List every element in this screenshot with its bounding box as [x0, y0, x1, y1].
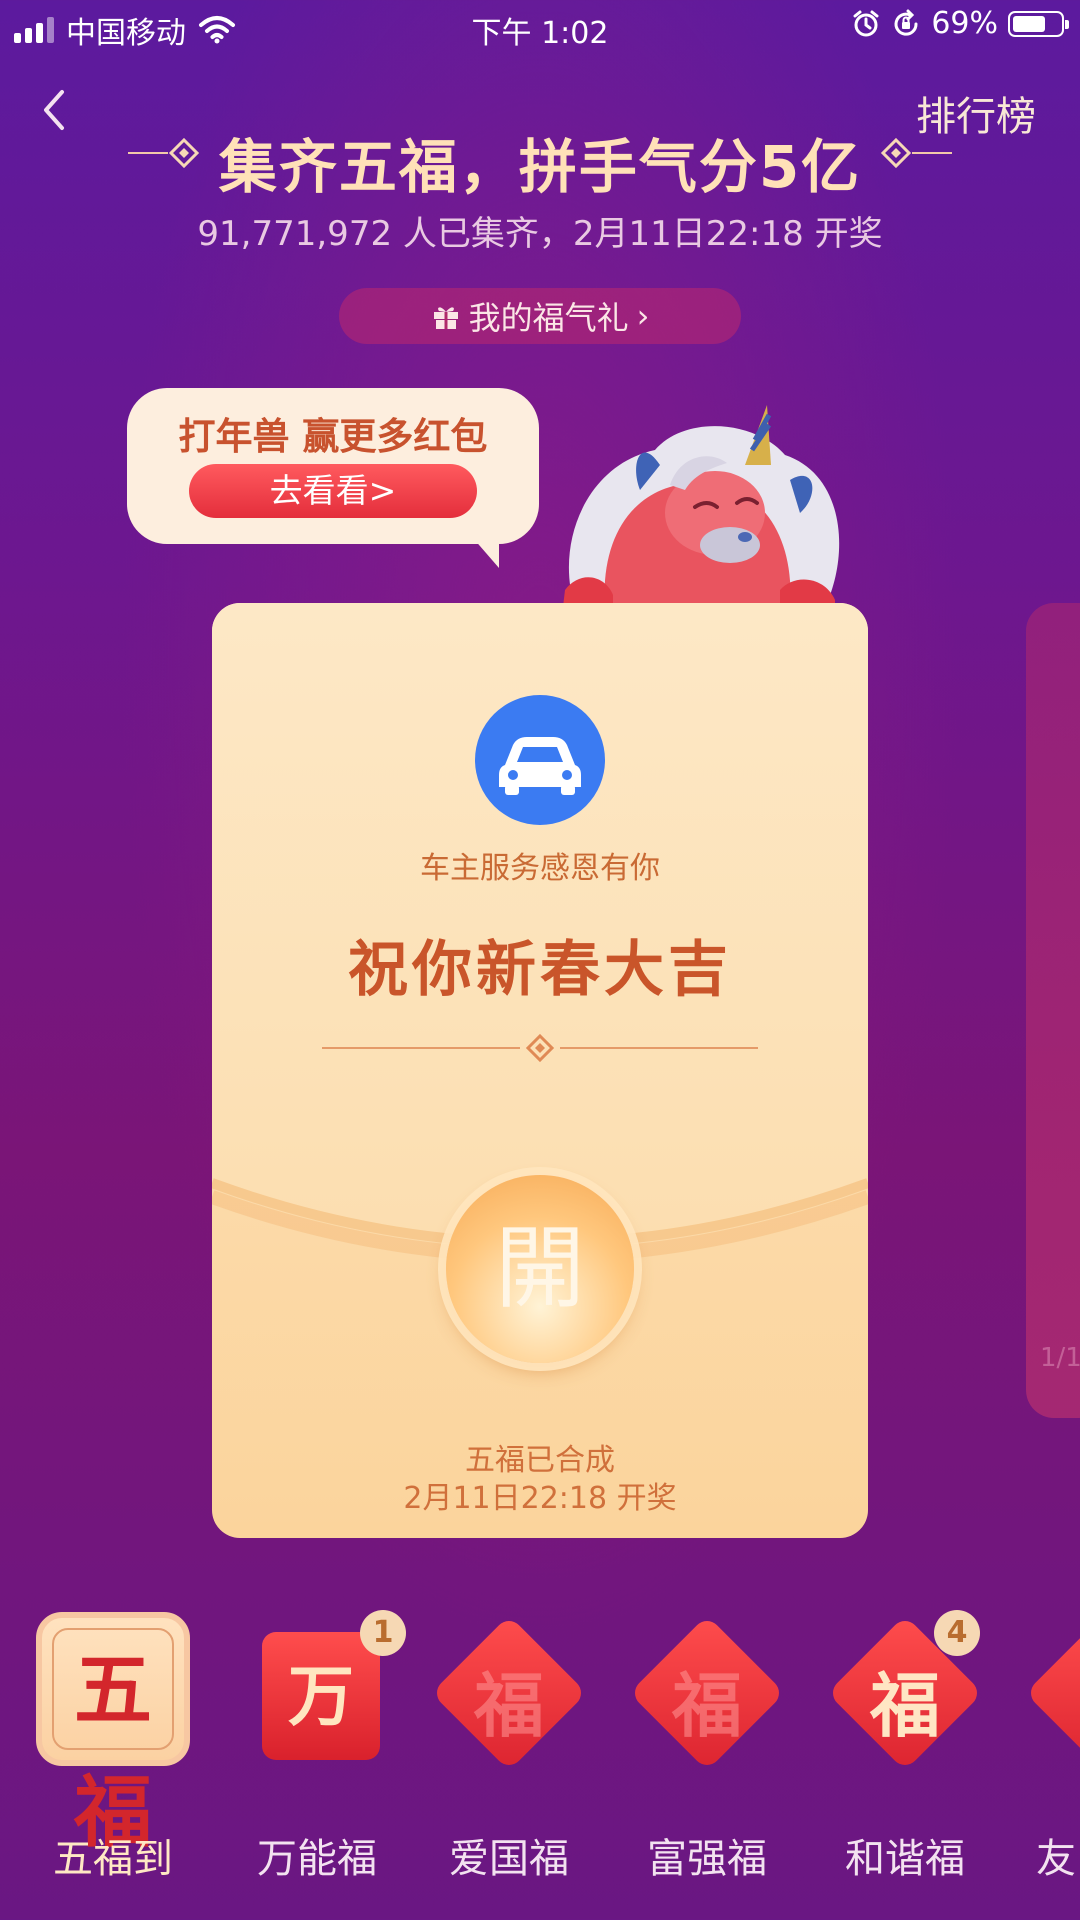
battery-level — [1013, 15, 1045, 32]
fu-card-tabs: 五福 五福到 万 1 万能福 福 爱国福 福 富强福 福 4 和谐福 友 — [0, 1608, 1080, 1920]
fu-tab-label: 万能福 — [257, 1836, 377, 1882]
wanneng-card: 万 — [262, 1632, 380, 1760]
gift-label: 我的福气礼 — [468, 299, 629, 337]
next-card-peek[interactable]: 1/1 — [1026, 603, 1080, 1418]
blessing-text: 祝你新春大吉 — [348, 935, 732, 1005]
battery-percent: 69% — [931, 6, 998, 41]
count-badge: 4 — [934, 1610, 980, 1656]
page-indicator: 1/1 — [1040, 1343, 1080, 1373]
fu-tab-youshan[interactable]: 友 — [1008, 1608, 1080, 1908]
promo-bubble: 打年兽 赢更多红包 去看看> — [127, 388, 539, 568]
fu-tab-fuqiang[interactable]: 福 富强福 — [612, 1608, 785, 1908]
fu-tab-wanneng[interactable]: 万 1 万能福 — [224, 1608, 406, 1908]
my-blessing-gift-button[interactable]: 我的福气礼 › — [339, 288, 741, 344]
fu-tab-label: 五福到 — [53, 1836, 173, 1882]
fuqiang-glyph: 福 — [672, 1664, 742, 1747]
diamond-divider-icon — [322, 1033, 758, 1063]
car-icon — [499, 737, 581, 795]
status-bar: 中国移动 下午 1:02 69% — [0, 0, 1080, 52]
wufudao-card: 五福 — [36, 1612, 190, 1858]
fu-tab-aiguo[interactable]: 福 爱国福 — [414, 1608, 587, 1908]
sponsor-text: 车主服务感恩有你 — [420, 851, 660, 886]
draw-time: 2月11日22:18 开奖 — [403, 1481, 677, 1516]
chevron-right-icon: › — [636, 297, 650, 335]
battery-icon — [1008, 10, 1069, 37]
status-right: 69% — [851, 6, 1069, 41]
aiguo-glyph: 福 — [474, 1664, 544, 1747]
fu-tab-hexie[interactable]: 福 4 和谐福 — [810, 1608, 983, 1908]
nian-beast-mascot[interactable] — [545, 395, 845, 607]
hexie-glyph: 福 — [870, 1664, 940, 1747]
count-badge: 1 — [360, 1610, 406, 1656]
red-envelope-card[interactable]: 车主服务感恩有你 祝你新春大吉 開 五福已合成 2月11日22:18 开奖 — [212, 603, 868, 1538]
promo-go-button[interactable]: 去看看> — [189, 464, 477, 518]
fu-tab-wufudao[interactable]: 五福 五福到 — [28, 1608, 198, 1908]
fu-tab-label: 富强福 — [647, 1836, 767, 1882]
wufu-glyph: 五福 — [52, 1628, 174, 1858]
alarm-icon — [853, 10, 879, 36]
fu-tab-label: 爱国福 — [449, 1836, 569, 1882]
open-envelope-button[interactable]: 開 — [446, 1175, 634, 1363]
promo-title: 打年兽 赢更多红包 — [178, 415, 488, 458]
fu-tab-label: 友 — [1036, 1836, 1076, 1882]
collected-count-subtitle: 91,771,972 人已集齐，2月11日22:18 开奖 — [197, 214, 883, 254]
gift-icon — [433, 307, 458, 329]
youshan-card — [1025, 1615, 1080, 1771]
fu-tab-label: 和谐福 — [845, 1836, 965, 1882]
sponsor-logo — [475, 695, 605, 825]
rotation-lock-icon — [894, 9, 918, 36]
title-diamond-right-icon — [880, 138, 952, 168]
